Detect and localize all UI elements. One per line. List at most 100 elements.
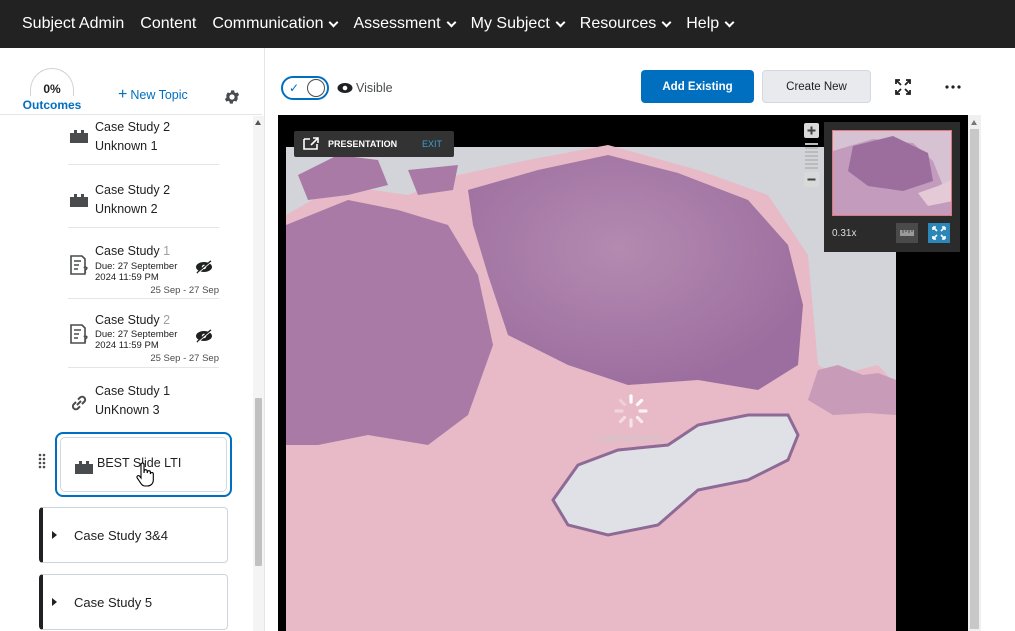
loading-label: Loading layers...	[596, 433, 670, 444]
nav-communication[interactable]: Communication	[212, 15, 339, 33]
nav-label: Content	[140, 15, 197, 32]
topic-subtitle: Unknown 1	[95, 139, 158, 153]
nav-resources[interactable]: Resources	[579, 15, 672, 33]
chevron-down-icon	[329, 17, 339, 27]
topic-title: Case Study 2	[95, 183, 171, 197]
scroll-up-arrow[interactable]	[255, 120, 261, 125]
chevron-down-icon	[446, 17, 457, 27]
fit-to-screen-button[interactable]	[928, 223, 950, 243]
link-icon	[71, 395, 87, 411]
visibility-off-icon	[196, 329, 212, 343]
topic-item[interactable]: Case Study 1 UnKnown 3	[68, 382, 219, 430]
topic-due-time: 2024 11:59 PM	[95, 272, 159, 283]
outcomes-progress[interactable]: 0% Outcomes	[22, 68, 82, 112]
svg-text:?: ?	[83, 266, 88, 276]
zoom-slider[interactable]	[804, 123, 819, 187]
nav-content[interactable]: Content	[140, 15, 196, 33]
scrollbar-thumb[interactable]	[970, 129, 979, 629]
ruler-button[interactable]	[896, 223, 918, 243]
drag-handle-icon[interactable]	[37, 453, 47, 469]
nav-label: Help	[686, 15, 720, 32]
minimap-image	[833, 131, 951, 215]
topic-title: Case Study 2	[95, 120, 171, 134]
toggle-knob	[307, 79, 325, 97]
nav-label: Assessment	[353, 15, 441, 32]
topic-title-number: 2	[163, 313, 171, 327]
slide-viewer[interactable]: PRESENTATION EXIT Loading layers... 0.31…	[278, 115, 968, 631]
quiz-icon: ?	[70, 324, 88, 345]
nav-label: My Subject	[470, 15, 550, 32]
eye-icon	[337, 83, 353, 93]
nav-assessment[interactable]: Assessment	[353, 15, 457, 33]
topic-item[interactable]: Case Study 2 Unknown 2	[68, 180, 219, 228]
scroll-up-arrow[interactable]	[971, 120, 977, 125]
create-new-button[interactable]: Create New	[762, 70, 871, 103]
unit-case-study-3-4[interactable]: Case Study 3&4	[39, 507, 228, 563]
gear-icon[interactable]	[223, 88, 241, 106]
visibility-label: Visible	[356, 81, 393, 95]
ruler-icon	[900, 230, 914, 236]
hand-cursor-icon	[136, 462, 154, 487]
viewer-scrollbar[interactable]	[968, 115, 981, 631]
fullscreen-icon[interactable]	[895, 79, 911, 95]
topic-title-text: Case Study	[95, 244, 164, 258]
spinner-icon	[614, 394, 648, 428]
exit-presentation-button[interactable]: EXIT	[422, 139, 442, 149]
navigator-minimap[interactable]: 0.31x	[824, 122, 960, 252]
plus-icon: +	[118, 86, 128, 103]
minimap-thumbnail[interactable]	[832, 130, 952, 216]
lti-icon	[75, 461, 93, 474]
expand-arrow-icon[interactable]	[52, 598, 57, 606]
add-existing-button[interactable]: Add Existing	[641, 70, 754, 103]
topic-due: Due: 27 September	[95, 329, 178, 340]
chevron-down-icon	[555, 17, 566, 27]
new-topic-button[interactable]: + New Topic	[118, 86, 188, 103]
external-link-icon[interactable]	[302, 136, 320, 151]
lti-icon	[70, 194, 88, 207]
unit-title: Case Study 3&4	[74, 528, 168, 543]
nav-label: Subject Admin	[22, 15, 125, 32]
visibility-off-icon	[196, 260, 212, 274]
topic-dates: 25 Sep - 27 Sep	[150, 353, 219, 364]
topic-subtitle: Unknown 2	[95, 202, 158, 216]
content-toolbar: ✓ Visible Add Existing Create New	[266, 48, 1015, 114]
topic-item[interactable]: Case Study 2 Unknown 1	[68, 116, 219, 165]
lti-icon	[70, 130, 88, 143]
chevron-down-icon	[724, 17, 735, 27]
topic-title-text: Case Study	[95, 313, 164, 327]
topic-item[interactable]: ? Case Study 1 Due: 27 September 2024 11…	[68, 242, 219, 299]
topic-item[interactable]: ? Case Study 2 Due: 27 September 2024 11…	[68, 311, 219, 368]
svg-text:?: ?	[83, 335, 88, 345]
divider	[0, 114, 262, 115]
topic-dates: 25 Sep - 27 Sep	[150, 285, 219, 296]
loading-indicator: Loading layers...	[596, 393, 670, 444]
topic-title: Case Study 1	[95, 384, 171, 398]
check-icon: ✓	[289, 81, 300, 95]
chevron-down-icon	[661, 17, 672, 27]
new-topic-label: New Topic	[130, 88, 188, 102]
topic-due: Due: 27 September	[95, 261, 178, 272]
more-options-icon[interactable]	[945, 84, 961, 90]
sidebar-scrollbar[interactable]	[253, 116, 264, 631]
scrollbar-thumb[interactable]	[255, 398, 262, 566]
unit-title: Case Study 5	[74, 595, 153, 610]
outcomes-label: Outcomes	[22, 98, 82, 112]
expand-arrow-icon[interactable]	[52, 531, 57, 539]
outcomes-value: 0%	[30, 68, 74, 96]
zoom-level: 0.31x	[832, 228, 857, 239]
topic-title-number: 1	[163, 244, 171, 258]
visibility-toggle[interactable]: ✓	[281, 76, 329, 100]
presentation-bar: PRESENTATION EXIT	[294, 131, 454, 157]
topic-title: Case Study 2	[95, 311, 170, 330]
nav-subject-admin[interactable]: Subject Admin	[22, 15, 124, 33]
fit-screen-icon	[932, 226, 946, 240]
content-sidebar: 0% Outcomes + New Topic Case Study 2 Unk…	[0, 48, 265, 631]
top-navigation: Subject Admin Content Communication Asse…	[0, 0, 1015, 48]
nav-label: Communication	[212, 15, 324, 32]
nav-label: Resources	[579, 15, 657, 32]
unit-case-study-5[interactable]: Case Study 5	[39, 574, 228, 630]
nav-help[interactable]: Help	[686, 15, 735, 33]
topic-subtitle: UnKnown 3	[95, 403, 160, 417]
nav-my-subject[interactable]: My Subject	[470, 15, 566, 33]
quiz-icon: ?	[70, 255, 88, 276]
